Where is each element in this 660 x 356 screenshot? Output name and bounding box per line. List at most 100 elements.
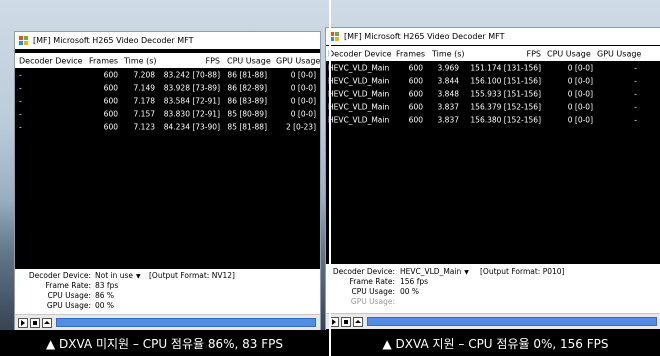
windows-flag-icon — [19, 36, 28, 45]
cell-frames: 600 — [408, 89, 423, 99]
col-header-fps[interactable]: FPS — [526, 49, 541, 58]
decoder-device-dropdown[interactable]: HEVC_VLD_Main ▼ — [400, 267, 469, 276]
chevron-down-icon: ▼ — [136, 273, 141, 280]
cpu-usage-value: 86 % — [95, 291, 115, 300]
left-decoder-window: [MF] Microsoft H265 Video Decoder MFT De… — [14, 31, 321, 331]
cell-fps: 155.933 [151-156] — [470, 89, 541, 99]
cell-fps: 84.234 [73-90] — [163, 122, 220, 132]
cell-time: 3.969 — [437, 63, 459, 73]
left-window-title: [MF] Microsoft H265 Video Decoder MFT — [33, 36, 194, 45]
cell-time: 7.149 — [133, 83, 155, 93]
table-row[interactable]: - 600 7.178 83.584 [72-91] 86 [83-89] 0 … — [15, 95, 320, 107]
cell-frames: 600 — [103, 70, 118, 80]
right-window-titlebar[interactable]: [MF] Microsoft H265 Video Decoder MFT — [326, 28, 660, 45]
table-row[interactable]: HEVC_VLD_Main 600 3.848 155.933 [151-156… — [326, 88, 660, 100]
cell-device: HEVC_VLD_Main — [328, 76, 390, 86]
seek-bar[interactable] — [367, 317, 657, 326]
cell-time: 7.123 — [133, 122, 155, 132]
cell-gpu: 2 [0-23] — [285, 122, 316, 132]
cell-time: 3.844 — [437, 76, 459, 86]
cell-fps: 83.584 [72-91] — [163, 96, 220, 106]
cell-gpu: - — [634, 89, 637, 99]
cell-time: 3.837 — [437, 102, 459, 112]
table-row[interactable]: - 600 7.157 83.830 [72-91] 85 [80-89] 0 … — [15, 108, 320, 120]
cell-fps: 156.100 [151-156] — [470, 76, 541, 86]
table-row[interactable]: - 600 7.149 83.928 [73-89] 86 [82-89] 0 … — [15, 82, 320, 94]
eject-button[interactable] — [42, 317, 52, 328]
cell-time: 7.157 — [133, 109, 155, 119]
cell-gpu: 0 [0-0] — [290, 70, 316, 80]
cell-device: - — [19, 109, 22, 119]
right-decoder-window: [MF] Microsoft H265 Video Decoder MFT De… — [325, 27, 660, 331]
eject-button[interactable] — [353, 316, 363, 327]
output-format: [Output Format: NV12] — [149, 271, 235, 280]
cell-fps: 156.380 [152-156] — [470, 115, 541, 125]
left-info-panel: Decoder Device: Not in use ▼ [Output Form… — [15, 269, 320, 314]
table-row[interactable]: HEVC_VLD_Main 600 3.837 156.379 [152-156… — [326, 101, 660, 113]
panel-divider — [329, 0, 331, 356]
play-button[interactable] — [18, 317, 28, 328]
col-header-gpu-usage[interactable]: GPU Usage — [597, 49, 641, 58]
col-header-frames[interactable]: Frames — [89, 56, 118, 65]
col-header-decoder-device[interactable]: Decoder Device — [19, 56, 83, 65]
decoder-device-label: Decoder Device: — [332, 267, 395, 276]
col-header-time[interactable]: Time (s) — [124, 56, 157, 65]
cell-frames: 600 — [103, 109, 118, 119]
right-info-panel: Decoder Device: HEVC_VLD_Main ▼ [Output F… — [326, 264, 660, 313]
cell-time: 7.178 — [133, 96, 155, 106]
stop-button[interactable] — [341, 316, 351, 327]
cell-cpu: 0 [0-0] — [567, 76, 593, 86]
eject-icon — [355, 320, 361, 323]
chevron-down-icon: ▼ — [464, 269, 469, 276]
cell-time: 3.848 — [437, 89, 459, 99]
cell-fps: 83.830 [72-91] — [163, 109, 220, 119]
cell-frames: 600 — [103, 96, 118, 106]
left-window-titlebar[interactable]: [MF] Microsoft H265 Video Decoder MFT — [15, 32, 320, 49]
col-header-cpu-usage[interactable]: CPU Usage — [547, 49, 591, 58]
col-header-cpu-usage[interactable]: CPU Usage — [227, 56, 271, 65]
cell-cpu: 86 [82-89] — [227, 83, 267, 93]
cell-gpu: - — [634, 102, 637, 112]
table-row[interactable]: HEVC_VLD_Main 600 3.837 156.380 [152-156… — [326, 114, 660, 126]
cell-device: - — [19, 83, 22, 93]
cell-cpu: 0 [0-0] — [567, 102, 593, 112]
table-row[interactable]: - 600 7.123 84.234 [73-90] 85 [81-88] 2 … — [15, 121, 320, 133]
table-row[interactable]: HEVC_VLD_Main 600 3.969 151.174 [131-156… — [326, 62, 660, 74]
eject-icon — [44, 321, 50, 324]
right-playback-controls — [326, 313, 660, 329]
stop-button[interactable] — [30, 317, 40, 328]
right-caption: ▲ DXVA 지원 – CPU 점유율 0%, 156 FPS — [331, 330, 660, 356]
output-format: [Output Format: P010] — [480, 267, 565, 276]
col-header-time[interactable]: Time (s) — [432, 49, 465, 58]
cell-gpu: 0 [0-0] — [290, 83, 316, 93]
col-header-decoder-device[interactable]: Decoder Device — [328, 49, 392, 58]
cell-cpu: 86 [81-88] — [227, 70, 267, 80]
seek-bar[interactable] — [56, 318, 316, 327]
cell-frames: 600 — [103, 122, 118, 132]
cpu-usage-value: 00 % — [400, 287, 420, 296]
right-window-title: [MF] Microsoft H265 Video Decoder MFT — [344, 32, 505, 41]
cell-device: - — [19, 70, 22, 80]
decoder-device-dropdown[interactable]: Not in use ▼ — [95, 271, 141, 280]
cell-device: - — [19, 96, 22, 106]
col-header-fps[interactable]: FPS — [205, 56, 220, 65]
cell-device: HEVC_VLD_Main — [328, 89, 390, 99]
table-row[interactable]: HEVC_VLD_Main 600 3.844 156.100 [151-156… — [326, 75, 660, 87]
left-caption: ▲ DXVA 미지원 – CPU 점유율 86%, 83 FPS — [0, 330, 329, 356]
cell-fps: 156.379 [152-156] — [470, 102, 541, 112]
frame-rate-label: Frame Rate: — [349, 277, 395, 286]
cell-fps: 83.242 [70-88] — [163, 70, 220, 80]
table-row[interactable]: - 600 7.208 83.242 [70-88] 86 [81-88] 0 … — [15, 69, 320, 81]
frame-rate-value: 83 fps — [95, 281, 119, 290]
decoder-device-label: Decoder Device: — [28, 271, 91, 280]
gpu-usage-label: GPU Usage: — [350, 297, 395, 306]
cell-frames: 600 — [408, 76, 423, 86]
cell-gpu: - — [634, 115, 637, 125]
cell-cpu: 85 [80-89] — [227, 109, 267, 119]
windows-flag-icon — [330, 32, 339, 41]
left-table-header: Decoder Device Frames Time (s) FPS CPU U… — [15, 53, 320, 68]
col-header-frames[interactable]: Frames — [396, 49, 425, 58]
col-header-gpu-usage[interactable]: GPU Usage — [276, 56, 320, 65]
cell-fps: 83.928 [73-89] — [163, 83, 220, 93]
cell-gpu: - — [634, 63, 637, 73]
